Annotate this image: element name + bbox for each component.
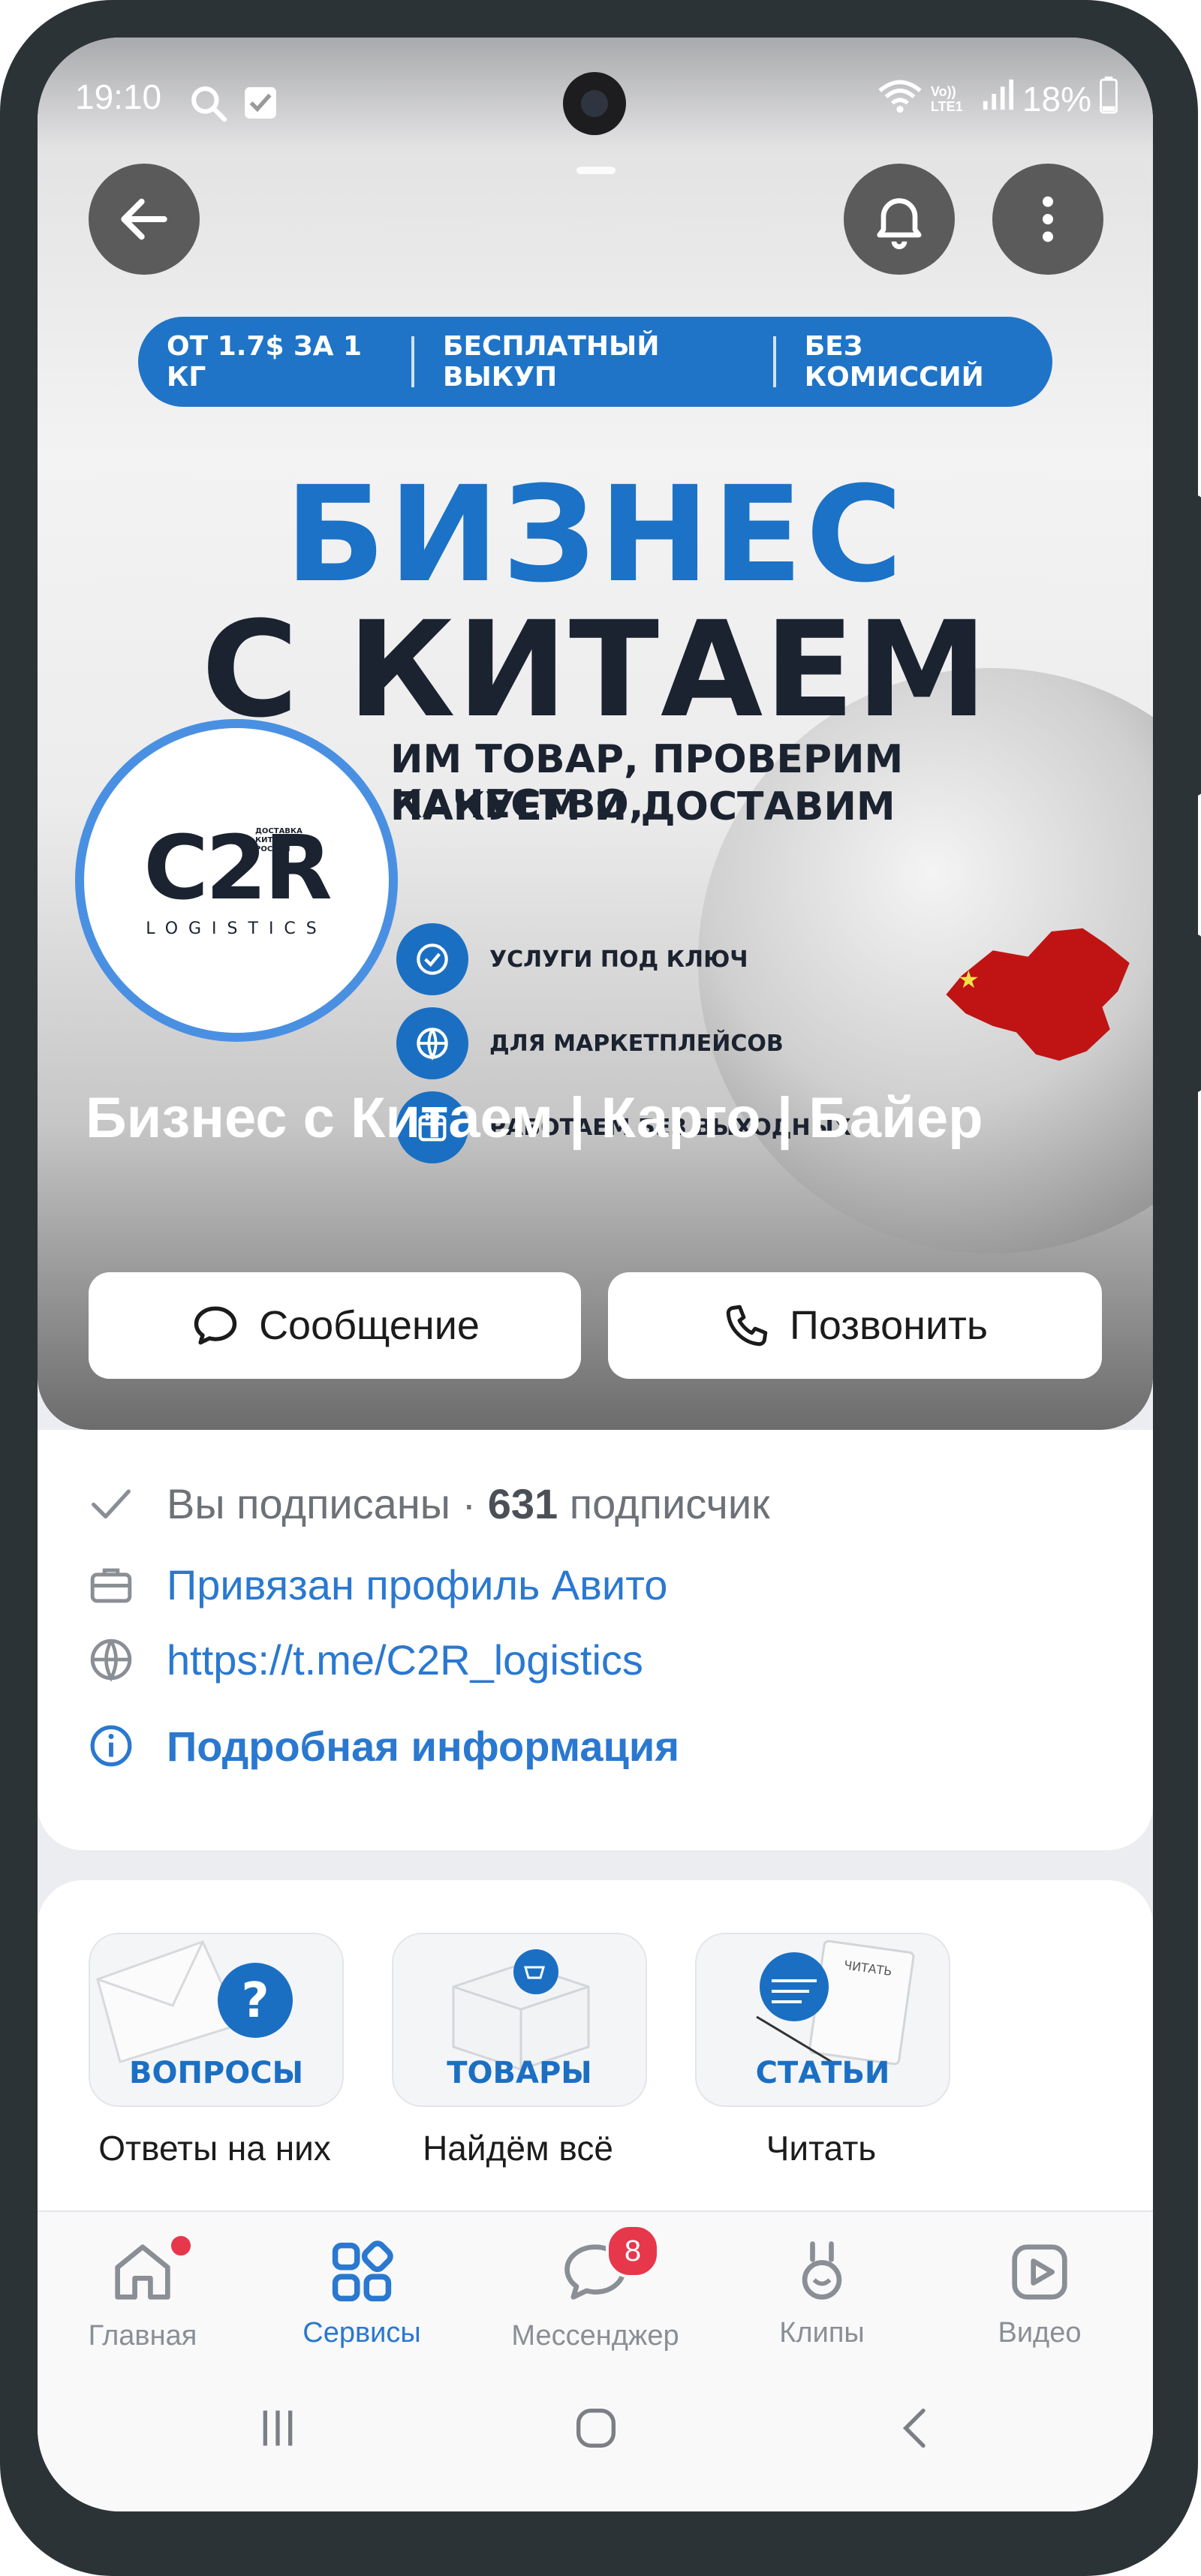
community-info-card: Вы подписаны · 631 подписчик Привязан пр… [38,1430,1153,1850]
battery-level: 18% [1022,80,1091,119]
bell-icon [877,198,922,250]
status-time: 19:10 [75,77,162,116]
volte-indicator: Vo)) LTE1 [930,84,963,114]
home-circle-icon [576,2409,616,2448]
tab-icon-wrap: 8 [558,2224,660,2313]
message-button[interactable]: Сообщение [89,1272,581,1379]
details-row[interactable]: Подробная информация [83,1717,679,1774]
drag-handle [576,167,616,174]
check-icon [83,1475,140,1532]
unread-badge: 8 [606,2224,660,2278]
message-button-label: Сообщение [259,1303,480,1348]
briefcase-icon [83,1556,140,1613]
banner-feature: ДЛЯ МАРКЕТПЛЕЙСОВ [396,1007,784,1079]
checkbox-icon [242,84,279,129]
service-caption: Найдём всё [423,2129,613,2168]
call-button[interactable]: Позвонить [608,1272,1102,1379]
community-avatar[interactable]: ДОСТАВКА КИТАЙ - РОССИЯ C2R LOGISTICS [75,719,398,1042]
phone-frame: ★ 19:10 Vo)) LTE1 18% ОТ 1.7$ ЗА 1 КГ БЕ… [0,0,1201,2576]
wifi-icon [877,77,923,122]
notification-dot [168,2233,194,2259]
community-name: Бизнес с Китаем | Карго | Байер [86,1086,983,1150]
banner-pill: ОТ 1.7$ ЗА 1 КГ БЕСПЛАТНЫЙ ВЫКУП БЕЗ КОМ… [138,317,1052,407]
website-link[interactable]: https://t.me/C2R_logistics [167,1636,643,1684]
tab-label: Главная [88,2320,197,2352]
services-icon [332,2240,393,2302]
tab-label: Сервисы [303,2317,421,2349]
service-tile-label: СТАТЬИ [755,2056,890,2090]
more-vertical-icon [1043,196,1053,242]
screen: ★ 19:10 Vo)) LTE1 18% ОТ 1.7$ ЗА 1 КГ БЕ… [38,38,1153,2511]
more-button[interactable] [992,164,1103,275]
logo-tagline: ДОСТАВКА КИТАЙ - РОССИЯ [255,827,303,853]
subscription-row: Вы подписаны · 631 подписчик [83,1475,770,1532]
service-tile-articles[interactable]: ЧИТАТЬ СТАТЬИ [695,1933,950,2107]
banner-headline-1: БИЗНЕС [284,458,906,612]
notifications-button[interactable] [844,164,955,275]
service-caption: Читать [766,2129,877,2168]
front-camera [563,72,626,135]
volume-button [1193,495,1201,796]
tab-icon-wrap [105,2233,194,2313]
globe-icon [83,1631,140,1688]
tab-label: Мессенджер [511,2320,679,2352]
battery-icon [1099,76,1118,122]
nav-back-button[interactable] [886,2398,946,2461]
subscribed-label: Вы подписаны · [167,1479,488,1527]
phone-icon [726,1305,768,1347]
recent-apps-button[interactable] [248,2398,308,2461]
signal-icon [980,78,1015,121]
community-cover: ★ 19:10 Vo)) LTE1 18% ОТ 1.7$ ЗА 1 КГ БЕ… [38,38,1153,1430]
arrow-left-icon [121,198,167,240]
subscribers-count: 631 [487,1479,558,1527]
avito-link[interactable]: Привязан профиль Авито [167,1560,667,1609]
recent-apps-icon [263,2410,293,2446]
banner-feature-text: ДЛЯ МАРКЕТПЛЕЙСОВ [489,1030,784,1057]
banner-pill-free: БЕСПЛАТНЫЙ ВЫКУП [443,331,660,393]
service-tile-label: ВОПРОСЫ [128,2056,304,2090]
subscribers-label: подписчик [558,1479,770,1527]
video-icon [1012,2244,1067,2300]
clips-icon [802,2241,842,2300]
marketplace-icon [396,1007,468,1079]
banner-pill-price: ОТ 1.7$ ЗА 1 КГ [167,331,363,393]
chat-bubble-icon [194,1306,237,1345]
status-right: Vo)) LTE1 18% [877,76,1118,122]
banner-subtitle-2: ПАКУЕМ И ДОСТАВИМ [390,784,895,829]
system-nav-bar [38,2353,1153,2511]
subscription-status: Вы подписаны · 631 подписчик [167,1479,770,1528]
power-button [1193,934,1201,1092]
info-icon [83,1717,140,1774]
chevron-left-icon [902,2409,926,2448]
service-tile-label: ТОВАРЫ [447,2056,592,2090]
tab-label: Клипы [779,2317,865,2349]
tab-label: Видео [998,2317,1082,2349]
tab-services[interactable]: Сервисы [268,2234,456,2349]
details-link[interactable]: Подробная информация [167,1722,679,1771]
tab-video[interactable]: Видео [946,2234,1133,2349]
call-button-label: Позвонить [790,1303,988,1348]
tab-home[interactable]: Главная [49,2233,236,2352]
avito-row[interactable]: Привязан профиль Авито [83,1556,667,1613]
turnkey-icon [396,923,468,995]
logo-subtitle: LOGISTICS [146,919,327,938]
star-icon: ★ [958,965,980,994]
search-icon [188,83,230,128]
website-row[interactable]: https://t.me/C2R_logistics [83,1631,643,1688]
banner-pill-commission: БЕЗ КОМИССИЙ [804,331,984,393]
home-button[interactable] [566,2398,626,2461]
service-caption: Ответы на них [98,2129,331,2168]
service-tile-questions[interactable]: ? ВОПРОСЫ [89,1933,344,2107]
service-tile-products[interactable]: ТОВАРЫ [392,1933,647,2107]
banner-feature: УСЛУГИ ПОД КЛЮЧ [396,923,748,995]
svg-text:?: ? [241,1973,269,2029]
bottom-tab-bar: Главная Сервисы 8 Мессенджер Клипы Видео [38,2210,1153,2355]
tab-messenger[interactable]: 8 Мессенджер [501,2224,689,2352]
banner-feature-text: УСЛУГИ ПОД КЛЮЧ [489,946,748,973]
back-button[interactable] [89,164,200,275]
tab-clips[interactable]: Клипы [728,2234,916,2349]
